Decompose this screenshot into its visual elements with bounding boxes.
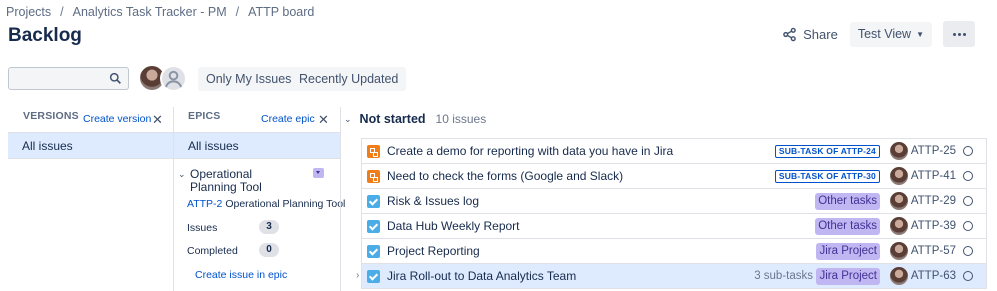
share-label: Share xyxy=(803,26,838,42)
create-version-link[interactable]: Create version xyxy=(83,113,151,125)
more-button[interactable] xyxy=(943,21,975,47)
issue-row-selected[interactable]: › Jira Roll-out to Data Analytics Team 3… xyxy=(356,264,987,289)
epic-issues-label: Issues xyxy=(187,222,218,234)
epic-lozenge[interactable]: Other tasks xyxy=(815,193,880,210)
issue-key[interactable]: ATTP-25 xyxy=(911,145,956,157)
section-name: Not started xyxy=(359,112,426,126)
issue-key[interactable]: ATTP-63 xyxy=(911,270,956,282)
breadcrumb-separator: / xyxy=(60,5,64,19)
chevron-right-icon[interactable]: › xyxy=(356,270,359,281)
issue-row[interactable]: Create a demo for reporting with data yo… xyxy=(361,139,987,164)
create-issue-in-epic-link[interactable]: Create issue in epic xyxy=(195,269,287,281)
status-icon xyxy=(963,171,973,181)
issue-key[interactable]: ATTP-57 xyxy=(911,245,956,257)
versions-all-issues[interactable]: All issues xyxy=(8,132,173,159)
epic-key[interactable]: ATTP-2 xyxy=(187,198,222,210)
epic-completed-label: Completed xyxy=(187,245,238,257)
generic-user-avatar[interactable] xyxy=(160,65,187,92)
view-label: Test View xyxy=(857,27,912,41)
epic-issues-count: 3 xyxy=(259,220,279,234)
top-actions: Share Test View ▼ xyxy=(778,21,975,47)
caret-down-icon: ▼ xyxy=(916,29,924,39)
assignee-avatar[interactable] xyxy=(890,267,908,285)
search-box xyxy=(8,67,129,90)
more-icon xyxy=(952,32,956,36)
issue-summary: Create a demo for reporting with data yo… xyxy=(387,144,674,158)
subtask-icon xyxy=(367,145,380,158)
status-icon xyxy=(963,146,973,156)
section-issue-count: 10 issues xyxy=(435,112,487,126)
issue-summary: Project Reporting xyxy=(387,244,480,258)
epic-name: Operational Planning Tool xyxy=(190,167,262,194)
assignee-avatar[interactable] xyxy=(890,242,908,260)
quick-filter-recently-updated[interactable]: Recently Updated xyxy=(291,67,407,91)
issue-row[interactable]: Risk & Issues log Other tasks ATTP-29 xyxy=(361,189,987,214)
status-icon xyxy=(963,271,973,281)
backlog-section-header[interactable]: ⌄ Not started 10 issues xyxy=(344,112,486,126)
task-icon xyxy=(367,270,380,283)
task-icon xyxy=(367,220,380,233)
issue-row[interactable]: Data Hub Weekly Report Other tasks ATTP-… xyxy=(361,214,987,239)
share-button[interactable]: Share xyxy=(778,23,842,46)
close-versions-icon[interactable]: ✕ xyxy=(152,112,163,128)
versions-header: VERSIONS xyxy=(23,110,79,122)
status-icon xyxy=(963,196,973,206)
breadcrumb-projects[interactable]: Projects xyxy=(6,5,51,19)
issue-row[interactable]: Project Reporting Jira Project ATTP-57 xyxy=(361,239,987,264)
page-title: Backlog xyxy=(8,25,82,46)
quick-filter-only-my-issues[interactable]: Only My Issues xyxy=(198,67,300,91)
status-icon xyxy=(963,221,973,231)
assignee-avatar[interactable] xyxy=(890,217,908,235)
chevron-down-icon[interactable]: ⌄ xyxy=(344,114,352,125)
assignee-avatar[interactable] xyxy=(890,142,908,160)
create-epic-link[interactable]: Create epic xyxy=(261,113,315,125)
epics-header: EPICS xyxy=(188,110,221,122)
task-icon xyxy=(367,195,380,208)
breadcrumb-board[interactable]: ATTP board xyxy=(248,5,314,19)
epic-key-line: ATTP-2 Operational Planning Tool xyxy=(187,198,345,210)
issue-key[interactable]: ATTP-41 xyxy=(911,170,956,182)
issue-summary: Risk & Issues log xyxy=(387,194,480,208)
issue-key[interactable]: ATTP-29 xyxy=(911,195,956,207)
panel-divider xyxy=(340,107,341,291)
view-selector[interactable]: Test View ▼ xyxy=(849,21,932,47)
epics-all-issues[interactable]: All issues xyxy=(174,132,340,159)
chevron-down-icon[interactable]: ⌄ xyxy=(178,169,186,180)
breadcrumb: Projects / Analytics Task Tracker - PM /… xyxy=(6,5,314,19)
subtask-count: 3 sub-tasks xyxy=(754,270,813,282)
search-input[interactable] xyxy=(9,68,104,89)
epic-lozenge[interactable]: Jira Project xyxy=(816,243,880,260)
epic-color-dropdown[interactable] xyxy=(313,168,324,178)
issue-row[interactable]: Need to check the forms (Google and Slac… xyxy=(361,164,987,189)
assignee-avatar[interactable] xyxy=(890,192,908,210)
epic-lozenge[interactable]: Jira Project xyxy=(816,268,880,285)
epic-lozenge[interactable]: Other tasks xyxy=(815,218,880,235)
share-icon xyxy=(783,27,796,41)
issue-list: Create a demo for reporting with data yo… xyxy=(356,138,987,289)
subtask-icon xyxy=(367,170,380,183)
issue-summary: Need to check the forms (Google and Slac… xyxy=(387,169,624,183)
epic-key-title: Operational Planning Tool xyxy=(225,198,346,210)
status-icon xyxy=(963,246,973,256)
user-icon xyxy=(164,70,183,88)
issue-key[interactable]: ATTP-39 xyxy=(911,220,956,232)
search-icon[interactable] xyxy=(109,72,122,85)
breadcrumb-separator: / xyxy=(235,5,240,19)
issue-summary: Jira Roll-out to Data Analytics Team xyxy=(387,269,577,283)
close-epics-icon[interactable]: ✕ xyxy=(318,112,329,128)
assignee-avatar[interactable] xyxy=(890,167,908,185)
breadcrumb-project[interactable]: Analytics Task Tracker - PM xyxy=(73,5,227,19)
parent-lozenge[interactable]: SUB-TASK OF ATTP-30 xyxy=(774,170,880,183)
parent-lozenge[interactable]: SUB-TASK OF ATTP-24 xyxy=(774,145,880,158)
task-icon xyxy=(367,245,380,258)
epic-completed-count: 0 xyxy=(259,243,279,257)
issue-summary: Data Hub Weekly Report xyxy=(387,219,520,233)
